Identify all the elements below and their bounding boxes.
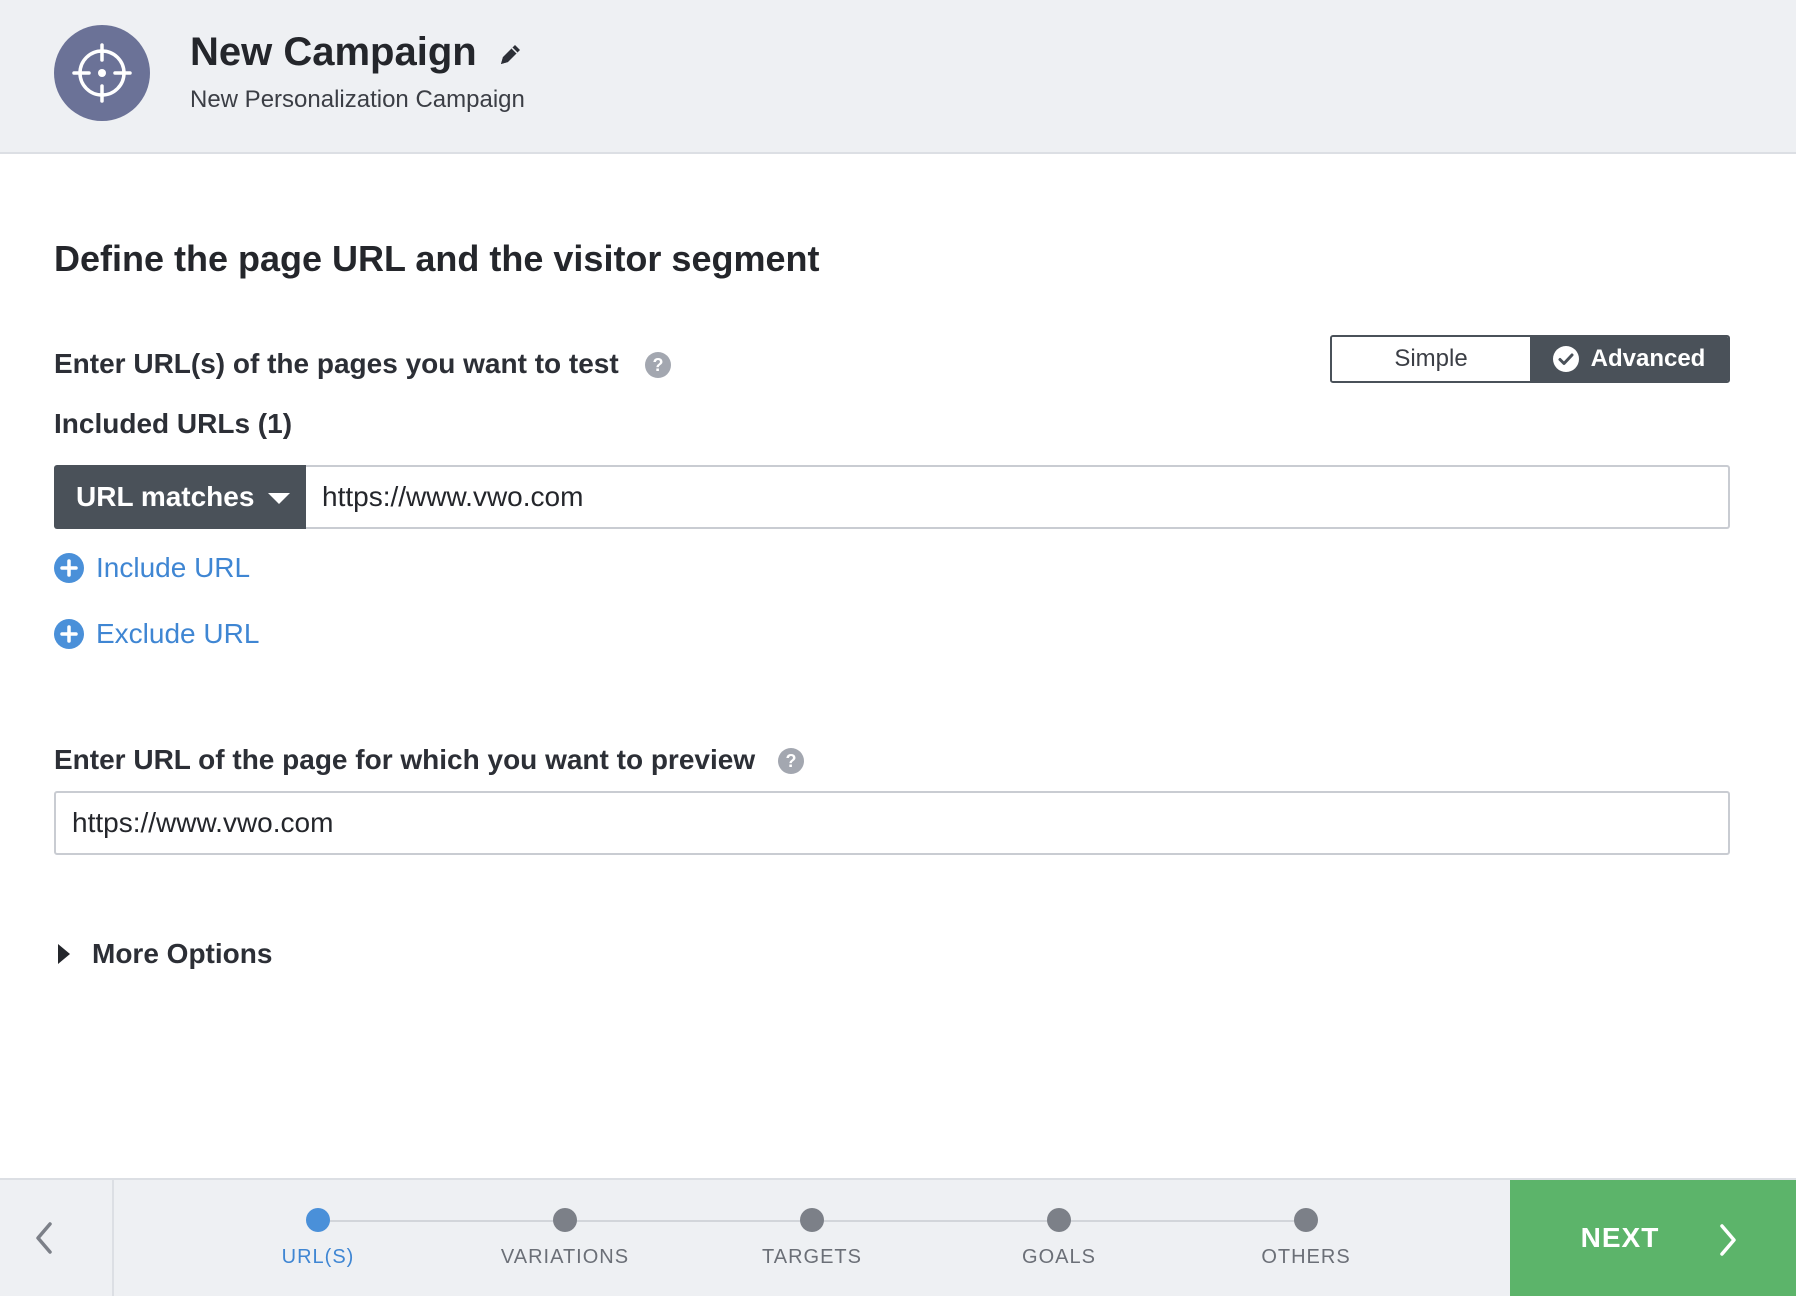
step-urls[interactable]: URL(S) <box>218 1180 418 1296</box>
mode-toggle: Simple Advanced <box>1330 335 1730 383</box>
step-goals[interactable]: GOALS <box>959 1180 1159 1296</box>
step-variations[interactable]: VARIATIONS <box>465 1180 665 1296</box>
url-match-label: URL matches <box>76 481 255 512</box>
step-label: OTHERS <box>1261 1246 1351 1268</box>
chevron-left-icon <box>36 1222 52 1254</box>
wizard-steps: URL(S) VARIATIONS TARGETS GOALS OTHERS <box>114 1180 1510 1296</box>
exclude-url-label: Exclude URL <box>96 618 260 649</box>
step-dot <box>1294 1208 1318 1232</box>
step-label: GOALS <box>1022 1246 1096 1268</box>
included-urls-label: Included URLs (1) <box>54 408 293 439</box>
next-button[interactable]: NEXT <box>1510 1180 1796 1296</box>
step-dot <box>306 1208 330 1232</box>
page-title: Define the page URL and the visitor segm… <box>54 238 820 279</box>
check-circle-icon <box>1552 346 1579 372</box>
mode-advanced-button[interactable]: Advanced <box>1530 337 1728 381</box>
campaign-header: New Campaign New Personalization Campaig… <box>0 0 1796 154</box>
crosshair-icon <box>54 25 150 121</box>
campaign-title: New Campaign <box>190 30 477 74</box>
urls-label: Enter URL(s) of the pages you want to te… <box>54 348 619 379</box>
mode-advanced-label: Advanced <box>1590 345 1706 372</box>
step-label: VARIATIONS <box>500 1246 630 1268</box>
include-url-label: Include URL <box>96 552 251 583</box>
step-label: URL(S) <box>281 1246 355 1268</box>
wizard-footer: URL(S) VARIATIONS TARGETS GOALS OTHERS N… <box>0 1178 1796 1296</box>
back-button[interactable] <box>0 1180 114 1296</box>
pencil-icon[interactable] <box>495 40 525 70</box>
preview-url-label: Enter URL of the page for which you want… <box>54 744 756 775</box>
caret-right-icon <box>58 944 70 964</box>
help-icon[interactable]: ? <box>778 748 804 774</box>
campaign-subtitle: New Personalization Campaign <box>190 86 525 113</box>
next-label: NEXT <box>1580 1222 1660 1253</box>
mode-simple-button[interactable]: Simple <box>1332 337 1530 381</box>
more-options-toggle[interactable]: More Options <box>58 938 272 970</box>
step-dot <box>553 1208 577 1232</box>
include-url-link[interactable]: Include URL <box>54 552 250 584</box>
step-dot <box>800 1208 824 1232</box>
caret-down-icon <box>268 492 291 504</box>
step-targets[interactable]: TARGETS <box>712 1180 912 1296</box>
plus-circle-icon <box>54 553 84 583</box>
url-match-dropdown[interactable]: URL matches <box>54 465 306 529</box>
help-icon[interactable]: ? <box>645 352 671 378</box>
step-label: TARGETS <box>762 1246 862 1268</box>
included-url-row: URL matches <box>54 465 1730 529</box>
preview-url-input[interactable] <box>54 791 1730 855</box>
more-options-label: More Options <box>92 938 273 969</box>
included-url-input[interactable] <box>306 465 1730 529</box>
exclude-url-link[interactable]: Exclude URL <box>54 618 259 650</box>
plus-circle-icon <box>54 619 84 649</box>
chevron-right-icon <box>1720 1224 1736 1256</box>
step-others[interactable]: OTHERS <box>1206 1180 1406 1296</box>
step-dot <box>1047 1208 1071 1232</box>
